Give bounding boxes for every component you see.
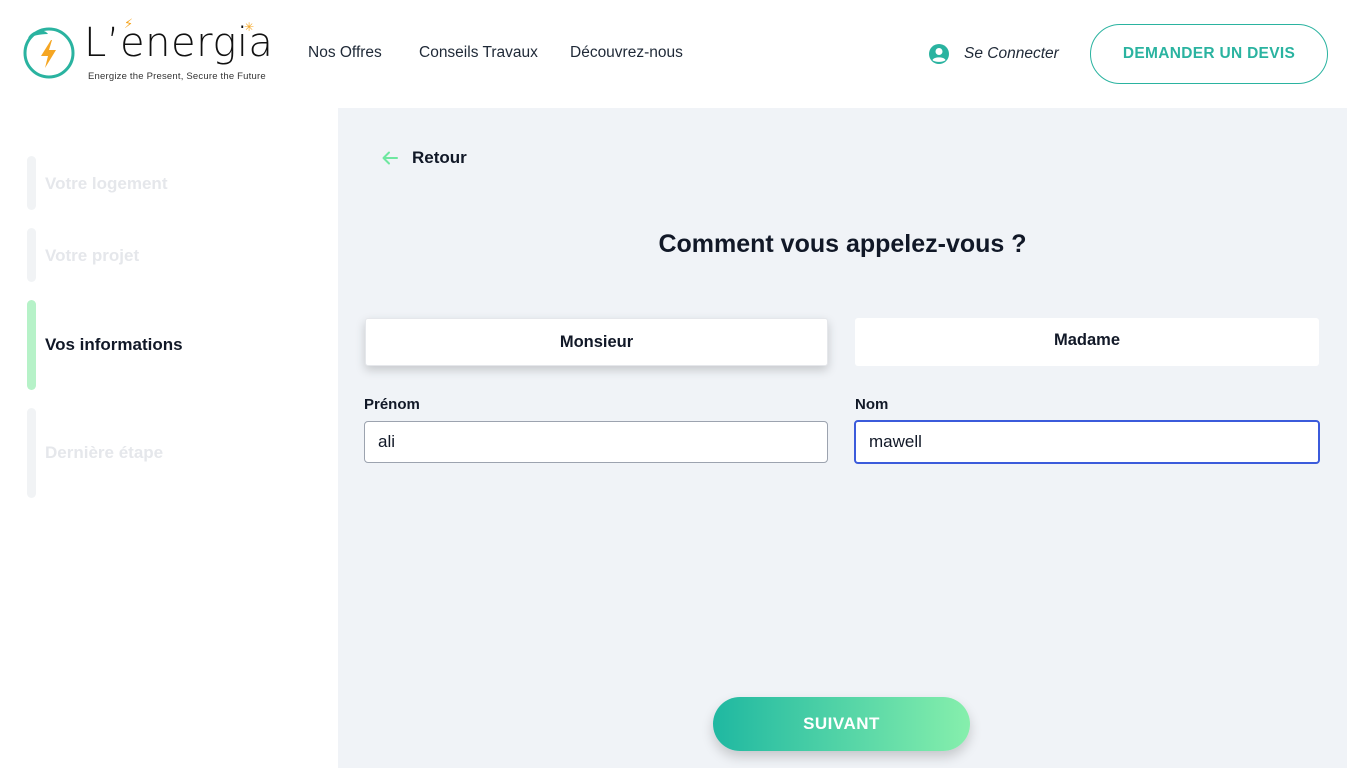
back-label: Retour — [412, 148, 467, 167]
user-icon — [929, 44, 949, 64]
nav-conseils-travaux[interactable]: Conseils Travaux — [419, 44, 538, 62]
step-label: Votre logement — [45, 174, 168, 193]
question-title: Comment vous appelez-vous ? — [658, 230, 1027, 258]
first-name-label: Prénom — [364, 396, 420, 413]
first-name-input[interactable] — [364, 421, 828, 463]
last-name-label: Nom — [855, 396, 889, 413]
step-derniere-etape: Dernière étape — [27, 408, 163, 498]
step-label: Dernière étape — [45, 443, 164, 462]
arrow-left-icon — [382, 151, 398, 165]
request-quote-button[interactable]: DEMANDER UN DEVIS — [1090, 24, 1328, 84]
logo-sun-icon: ✳ — [244, 20, 255, 34]
next-button[interactable]: SUIVANT — [713, 697, 970, 751]
step-indicator — [27, 300, 36, 390]
back-button[interactable]: Retour — [380, 148, 467, 168]
step-label: Votre projet — [45, 246, 140, 265]
nav-decouvrez-nous[interactable]: Découvrez-nous — [570, 44, 683, 62]
brand-logo[interactable]: ⚡ L’energia ✳ Energize the Present, Secu… — [22, 16, 284, 84]
civility-madame-button[interactable]: Madame — [855, 318, 1319, 366]
progress-sidebar: Votre logement Votre projet Vos informat… — [0, 108, 338, 768]
connect-label: Se Connecter — [964, 45, 1059, 62]
step-votre-logement: Votre logement — [27, 156, 167, 210]
step-indicator — [27, 408, 36, 498]
connect-link[interactable]: Se Connecter — [928, 43, 1059, 65]
form-panel: Retour Comment vous appelez-vous ? Monsi… — [338, 108, 1347, 768]
brand-tagline: Energize the Present, Secure the Future — [88, 71, 266, 82]
step-label: Vos informations — [45, 335, 183, 354]
logo-bolt-icon — [23, 27, 75, 79]
nav-nos-offres[interactable]: Nos Offres — [308, 44, 382, 62]
step-vos-informations: Vos informations — [27, 300, 183, 390]
step-indicator — [27, 228, 36, 282]
civility-monsieur-button[interactable]: Monsieur — [365, 318, 828, 366]
step-votre-projet: Votre projet — [27, 228, 139, 282]
step-indicator — [27, 156, 36, 210]
site-header: ⚡ L’energia ✳ Energize the Present, Secu… — [0, 0, 1347, 108]
last-name-input[interactable] — [854, 420, 1320, 464]
